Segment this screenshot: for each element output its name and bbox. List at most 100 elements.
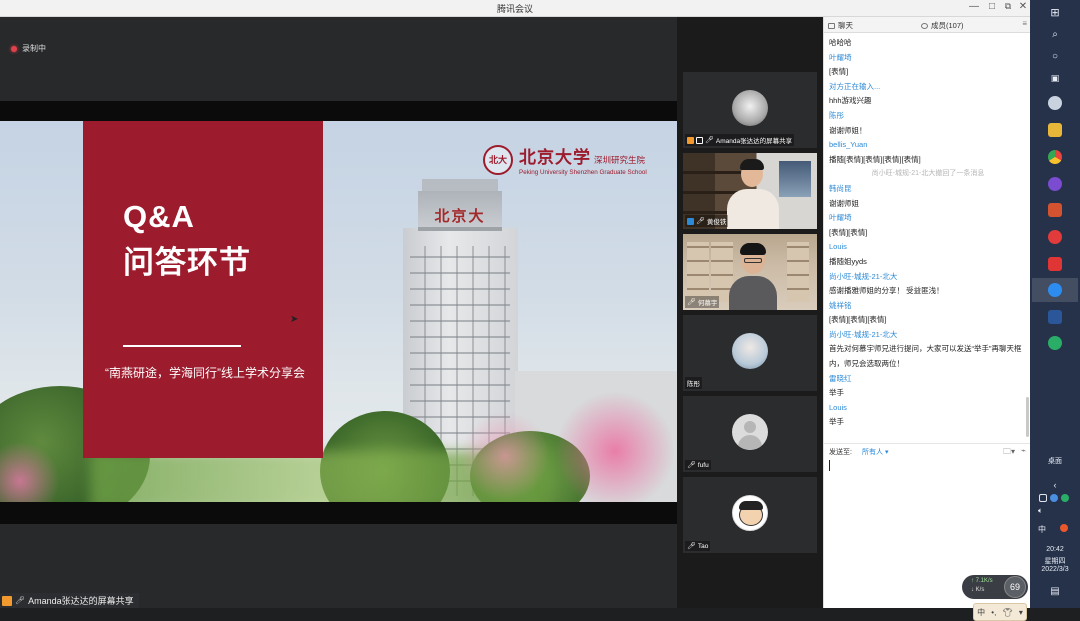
chat-message-text: 举手 — [829, 417, 844, 427]
window-titlebar: 腾讯会议 — □ ⧉ ✕ — [0, 0, 1030, 17]
tray-expand-icon[interactable]: ‹ — [1030, 480, 1080, 490]
screenshot-icon[interactable]: ⌁ — [1021, 446, 1026, 455]
members-icon — [921, 22, 928, 29]
chat-message-text: 感谢播雅师姐的分享！ 受益匪浅！ — [829, 286, 944, 296]
chat-sender-name[interactable]: 对方正在输入... — [829, 80, 1027, 95]
chat-message-list[interactable]: 哈哈哈 叶耀埼 [表情] 对方正在输入... hhh游戏兴趣 陈彤 谢谢师姐！ bellis_… — [829, 36, 1027, 430]
chat-sender-name[interactable]: Louis — [829, 240, 1027, 255]
letterbox-bottom — [0, 502, 677, 524]
chat-message-text: 谢谢师姐！ — [829, 125, 867, 135]
restore-icon[interactable]: □ — [984, 1, 1000, 12]
net-up-value: 7.1K/s — [975, 578, 993, 584]
netease-music-icon[interactable] — [1048, 230, 1062, 244]
title-divider — [123, 345, 241, 347]
clock-weekday[interactable]: 星期四 — [1030, 556, 1080, 566]
shared-screen-stage[interactable]: 录制中 北京大 Q&A 问答环节 “南燕研途，学海同行”线上学术分享会 北大 北… — [0, 17, 677, 608]
notification-icon[interactable]: ▤ — [1030, 586, 1080, 597]
chat-message-text: 举手 — [829, 388, 844, 398]
word-icon[interactable] — [1048, 310, 1062, 324]
chat-panel: 聊天 成员(107) ≡ 哈哈哈 叶耀埼 [表情] 对方正在输入... hhh游戏兴趣陈… — [823, 17, 1031, 621]
panel-menu-icon[interactable]: ≡ — [1022, 19, 1027, 28]
ime-more-icon: ▾ — [1018, 607, 1023, 617]
cartoon-hair — [739, 501, 763, 510]
tab-members[interactable]: 成员(107) — [921, 20, 964, 31]
participant-tile[interactable]: 🎤︎ 何慕宇 — [683, 234, 817, 310]
search-icon[interactable]: ⌕ — [1045, 25, 1065, 43]
recording-indicator[interactable]: 录制中 — [11, 43, 46, 54]
app-icon[interactable] — [1048, 177, 1062, 191]
participant-tile[interactable]: 陈彤 — [683, 315, 817, 391]
cat-avatar — [732, 90, 768, 126]
chat-message-text: hhh游戏兴趣 — [829, 96, 872, 106]
tray-app-icon[interactable] — [1039, 494, 1047, 502]
pku-seal-icon: 北大 — [483, 144, 513, 175]
chrome-icon[interactable] — [1048, 150, 1062, 164]
participant-tile[interactable]: 🎤︎ fufu — [683, 396, 817, 472]
chat-sender-name[interactable]: 尚小旺-城规-21-北大 — [829, 270, 1027, 285]
chat-system-notice: 尚小旺-城规-21-北大撤回了一条消息 — [871, 170, 985, 178]
participant-tile[interactable]: 🎤︎ 黄俊铁 — [683, 153, 817, 229]
mic-icon: 🎤︎ — [705, 137, 714, 144]
clock-date[interactable]: 2022/3/3 — [1030, 566, 1080, 573]
chat-sender-name[interactable]: bellis_Yuan — [829, 138, 1027, 153]
chat-sender-name[interactable]: 叶耀埼 — [829, 51, 1027, 66]
participant-name: 何慕宇 — [697, 300, 718, 307]
participant-label: 陈彤 — [685, 377, 702, 389]
chat-message-text: 哈哈哈 — [829, 38, 852, 47]
app-icon[interactable] — [1048, 96, 1062, 110]
wechat-icon[interactable] — [1048, 336, 1062, 350]
chat-message-text: [表情][表情][表情] — [829, 315, 887, 325]
volume-icon[interactable]: 🔈︎ — [1030, 506, 1080, 516]
participant-tile[interactable]: 🎤︎ Amanda张达达的屏幕共享 — [683, 72, 817, 148]
shelf — [687, 242, 709, 302]
person-hair — [740, 159, 764, 170]
network-status-widget[interactable]: ↑ 7.1K/s ↓ K/s 69 — [962, 575, 1028, 599]
participant-tile[interactable]: 🎤︎ Tao — [683, 477, 817, 553]
participant-label: 🎤︎ Tao — [685, 541, 711, 551]
pku-logo-cn: 北京大学 — [519, 148, 591, 168]
tencent-meeting-icon[interactable] — [1048, 283, 1062, 297]
chat-sender-name[interactable]: 雷晓红 — [829, 372, 1027, 387]
close-icon[interactable]: ✕ — [1015, 1, 1031, 12]
tab-chat[interactable]: 聊天 — [828, 20, 853, 31]
powerpoint-icon[interactable] — [1048, 203, 1062, 217]
screen-share-label[interactable]: 🎤︎ Amanda张达达的屏幕共享 — [0, 593, 139, 608]
chat-scrollbar[interactable] — [1026, 397, 1029, 437]
participant-label: 🎤︎ Amanda张达达的屏幕共享 — [685, 134, 795, 146]
shelf — [787, 242, 809, 302]
desktop-label[interactable]: 桌面 — [1030, 456, 1080, 466]
chat-message-text: 播随[表情][表情][表情][表情] — [829, 154, 921, 164]
chat-sender-name[interactable]: Louis — [829, 401, 1027, 416]
default-avatar-icon — [732, 414, 768, 450]
net-down-speed: ↓ K/s — [971, 587, 985, 593]
fullscreen-icon[interactable]: ⧉ — [1000, 1, 1016, 12]
tray-app-icon[interactable] — [1050, 494, 1058, 502]
ime-toolbar[interactable]: 中 •, 👕︎ ▾ — [973, 603, 1027, 621]
chat-sender-name[interactable]: 陈彤 — [829, 109, 1027, 124]
tray-wechat-icon[interactable] — [1061, 494, 1069, 502]
letterbox-top — [0, 101, 677, 121]
participant-label: 🎤︎ 何慕宇 — [685, 296, 720, 308]
sogou-ime-icon[interactable] — [1060, 524, 1068, 532]
mic-icon: 🎤︎ — [687, 462, 696, 469]
chat-sender-name[interactable]: 姚祥铭 — [829, 299, 1027, 314]
clock-time[interactable]: 20:42 — [1030, 546, 1080, 553]
tab-chat-label: 聊天 — [838, 21, 853, 30]
pku-logo-row: 北京大学 深圳研究生院 — [519, 143, 647, 168]
cortana-icon[interactable]: ○ — [1045, 47, 1065, 65]
chat-message-text: 谢谢师姐 — [829, 198, 859, 208]
task-view-icon[interactable]: ▣ — [1045, 69, 1065, 87]
ime-punct-icon: •, — [991, 607, 997, 617]
tray-ime[interactable]: 中 — [1030, 524, 1080, 535]
send-to-dropdown[interactable]: 所有人 ▾ — [862, 447, 888, 457]
mouse-cursor-icon: ➤ — [290, 314, 299, 325]
windows-start-icon[interactable]: ⊞ — [1045, 3, 1065, 21]
chat-sender-name[interactable]: 尚小旺-城规-21-北大 — [829, 328, 1027, 343]
chat-sender-name[interactable]: 韩尚昆 — [829, 182, 1027, 197]
file-explorer-icon[interactable] — [1048, 123, 1062, 137]
app-icon[interactable] — [1048, 257, 1062, 271]
net-score: 69 — [1004, 576, 1026, 598]
send-to-label: 发送至: — [829, 449, 852, 456]
chat-sender-name[interactable]: 叶耀埼 — [829, 211, 1027, 226]
minimize-icon[interactable]: — — [966, 1, 982, 12]
